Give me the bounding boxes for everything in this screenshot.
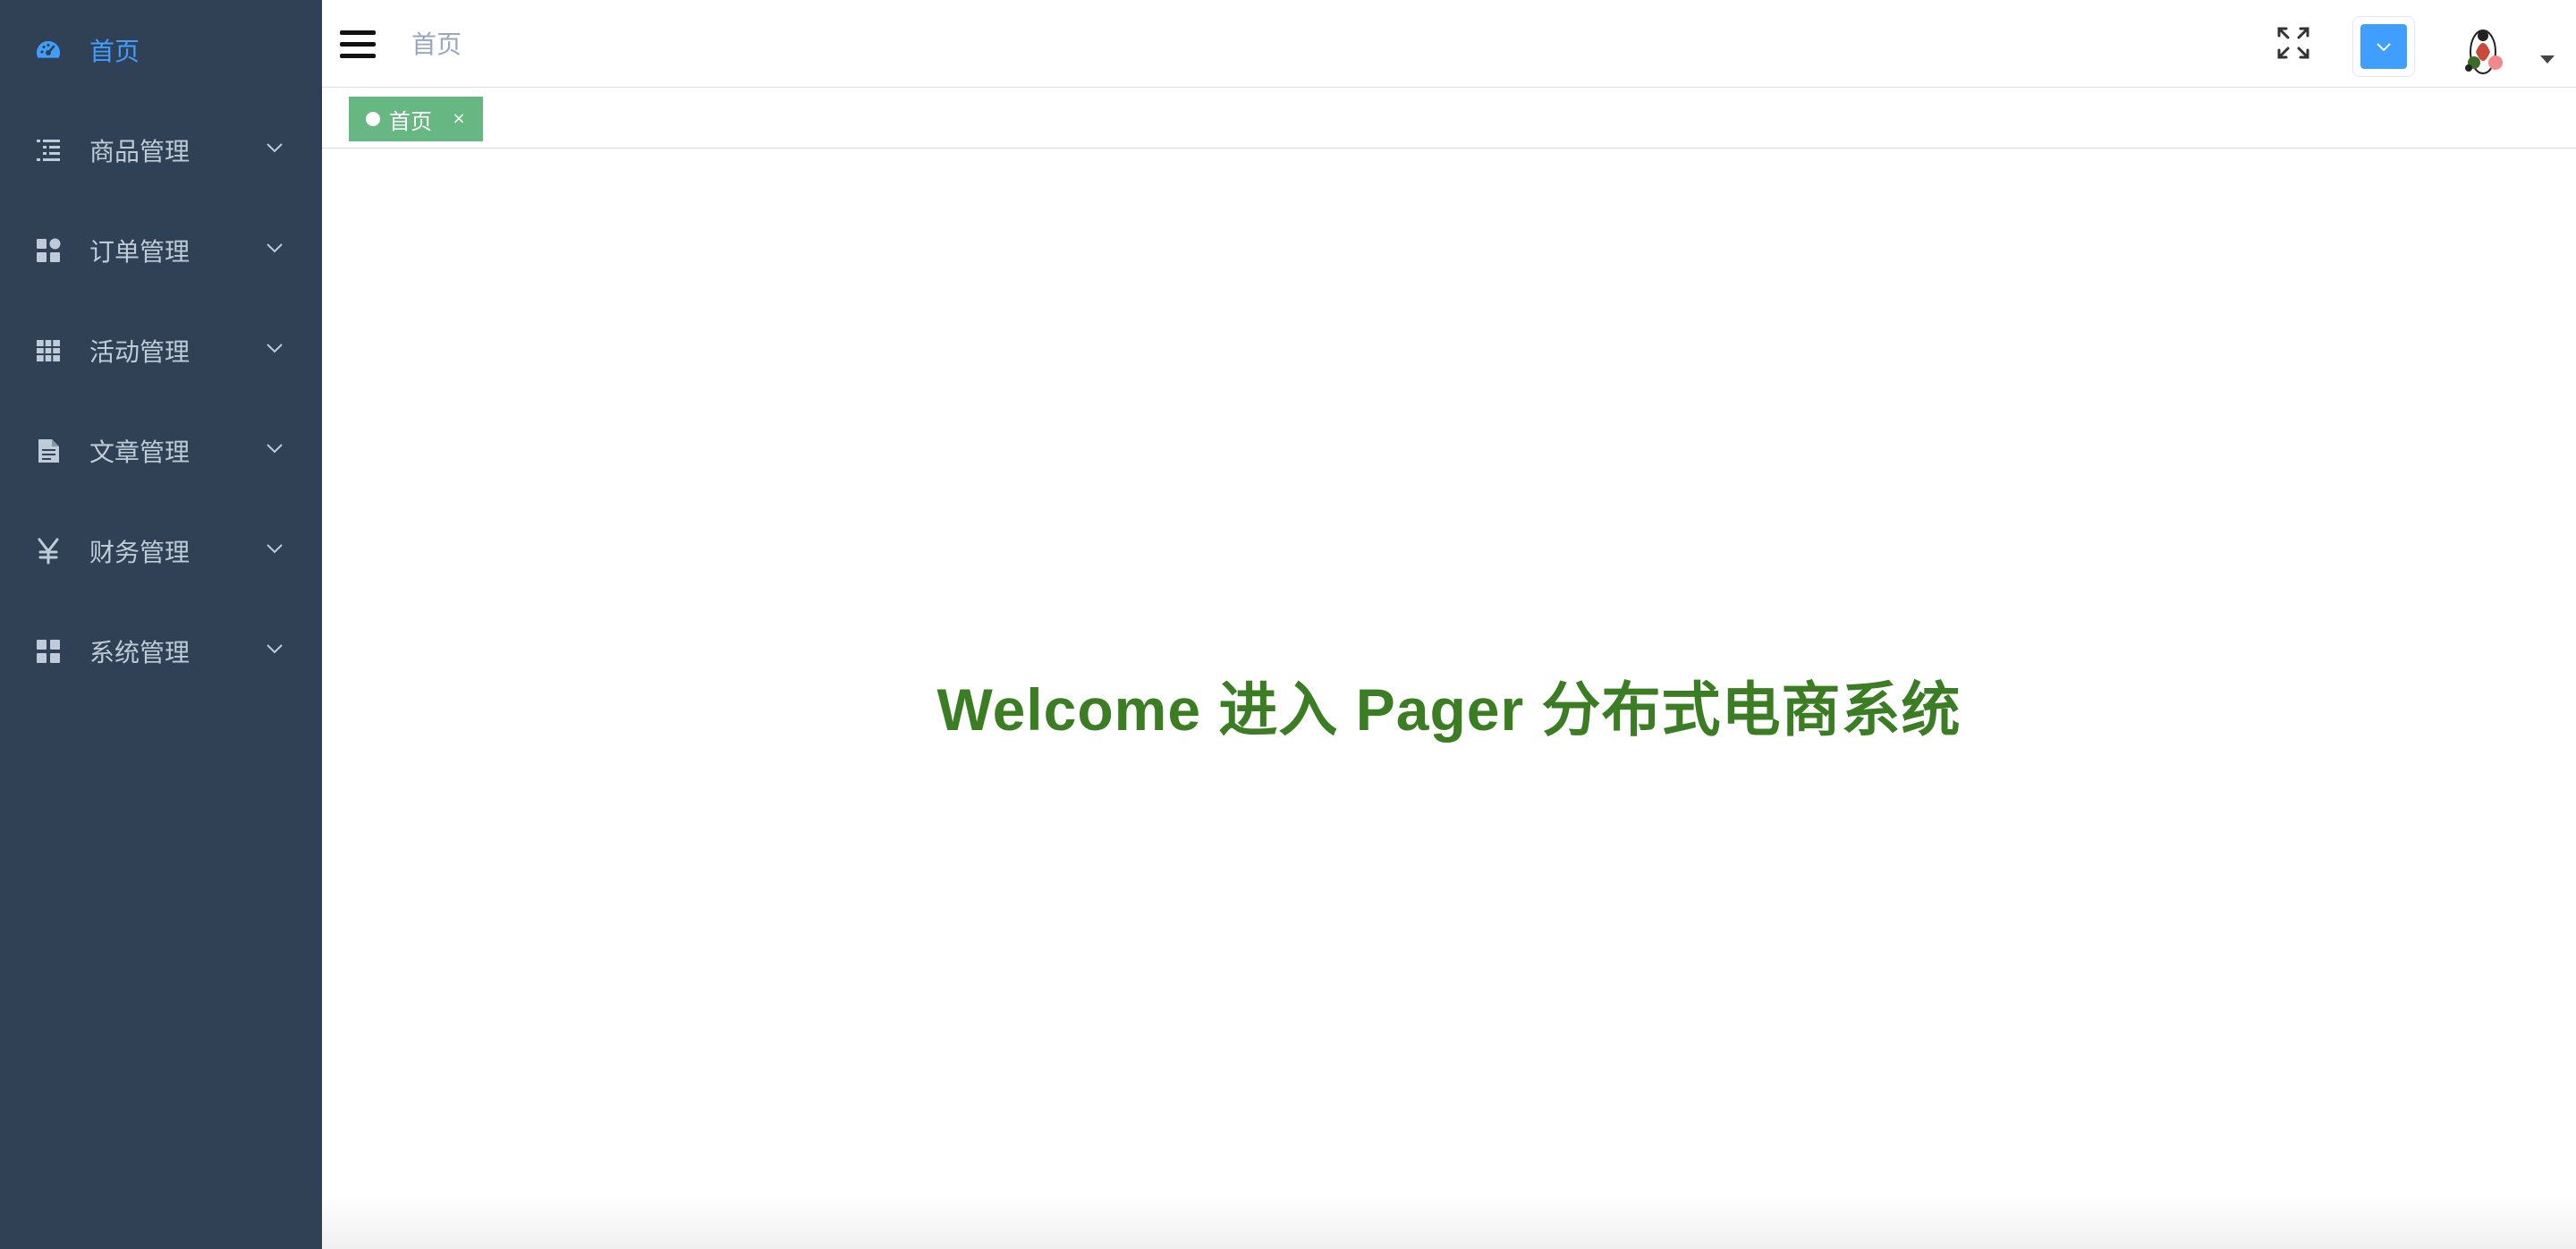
table-icon (34, 336, 63, 365)
sidebar-item-activities[interactable]: 活动管理 (0, 301, 322, 401)
sidebar-item-label: 首页 (89, 37, 140, 66)
sidebar-item-articles[interactable]: 文章管理 (0, 401, 322, 501)
chevron-down-icon (265, 438, 284, 458)
document-icon (34, 437, 63, 465)
tag-home[interactable]: 首页 × (349, 97, 483, 141)
dashboard-icon (34, 36, 63, 64)
fullscreen-icon[interactable] (2275, 25, 2311, 61)
chevron-down-icon (2377, 43, 2391, 52)
sidebar-item-label: 文章管理 (89, 438, 191, 467)
welcome-heading: Welcome 进入 Pager 分布式电商系统 (936, 676, 1962, 743)
bottom-fade (322, 1195, 2576, 1249)
sidebar: 首页 商品管理 订单管理 活动管理 文章管理 财务管理 系统管理 (0, 0, 322, 1249)
sidebar-item-products[interactable]: 商品管理 (0, 100, 322, 200)
user-menu[interactable] (2456, 11, 2563, 82)
sidebar-item-label: 财务管理 (89, 538, 191, 567)
list-icon (34, 136, 63, 165)
hamburger-menu-icon[interactable] (340, 27, 376, 63)
theme-color-picker[interactable] (2352, 16, 2415, 77)
breadcrumb: 首页 (411, 30, 462, 59)
grid-icon (34, 236, 63, 265)
caret-down-icon (2540, 55, 2555, 64)
sidebar-item-label: 订单管理 (89, 237, 191, 267)
sidebar-item-home[interactable]: 首页 (0, 0, 322, 100)
chevron-down-icon (265, 138, 284, 157)
tag-active-dot (366, 112, 380, 126)
chevron-down-icon (265, 539, 284, 558)
grid-icon (34, 637, 63, 666)
navbar: 首页 (322, 0, 2576, 88)
tag-label: 首页 (389, 108, 432, 134)
theme-color-swatch (2360, 24, 2407, 69)
tags-view: 首页 × (322, 88, 2576, 149)
sidebar-item-label: 商品管理 (89, 137, 191, 166)
yen-icon (34, 537, 63, 565)
sidebar-item-label: 活动管理 (89, 337, 191, 367)
sidebar-item-finance[interactable]: 财务管理 (0, 501, 322, 601)
close-icon[interactable]: × (450, 110, 468, 128)
sidebar-item-system[interactable]: 系统管理 (0, 601, 322, 701)
app-root: 首页 商品管理 订单管理 活动管理 文章管理 财务管理 系统管理 首页 首页 ×… (0, 0, 2576, 1249)
sidebar-item-label: 系统管理 (89, 638, 191, 667)
avatar (2456, 16, 2519, 79)
chevron-down-icon (265, 338, 284, 358)
chevron-down-icon (265, 639, 284, 658)
app-content: Welcome 进入 Pager 分布式电商系统 (322, 149, 2576, 1249)
chevron-down-icon (265, 238, 284, 258)
sidebar-item-orders[interactable]: 订单管理 (0, 200, 322, 301)
main-area: 首页 首页 × Welcome 进入 Pager 分布式电商系统 (322, 0, 2576, 1249)
